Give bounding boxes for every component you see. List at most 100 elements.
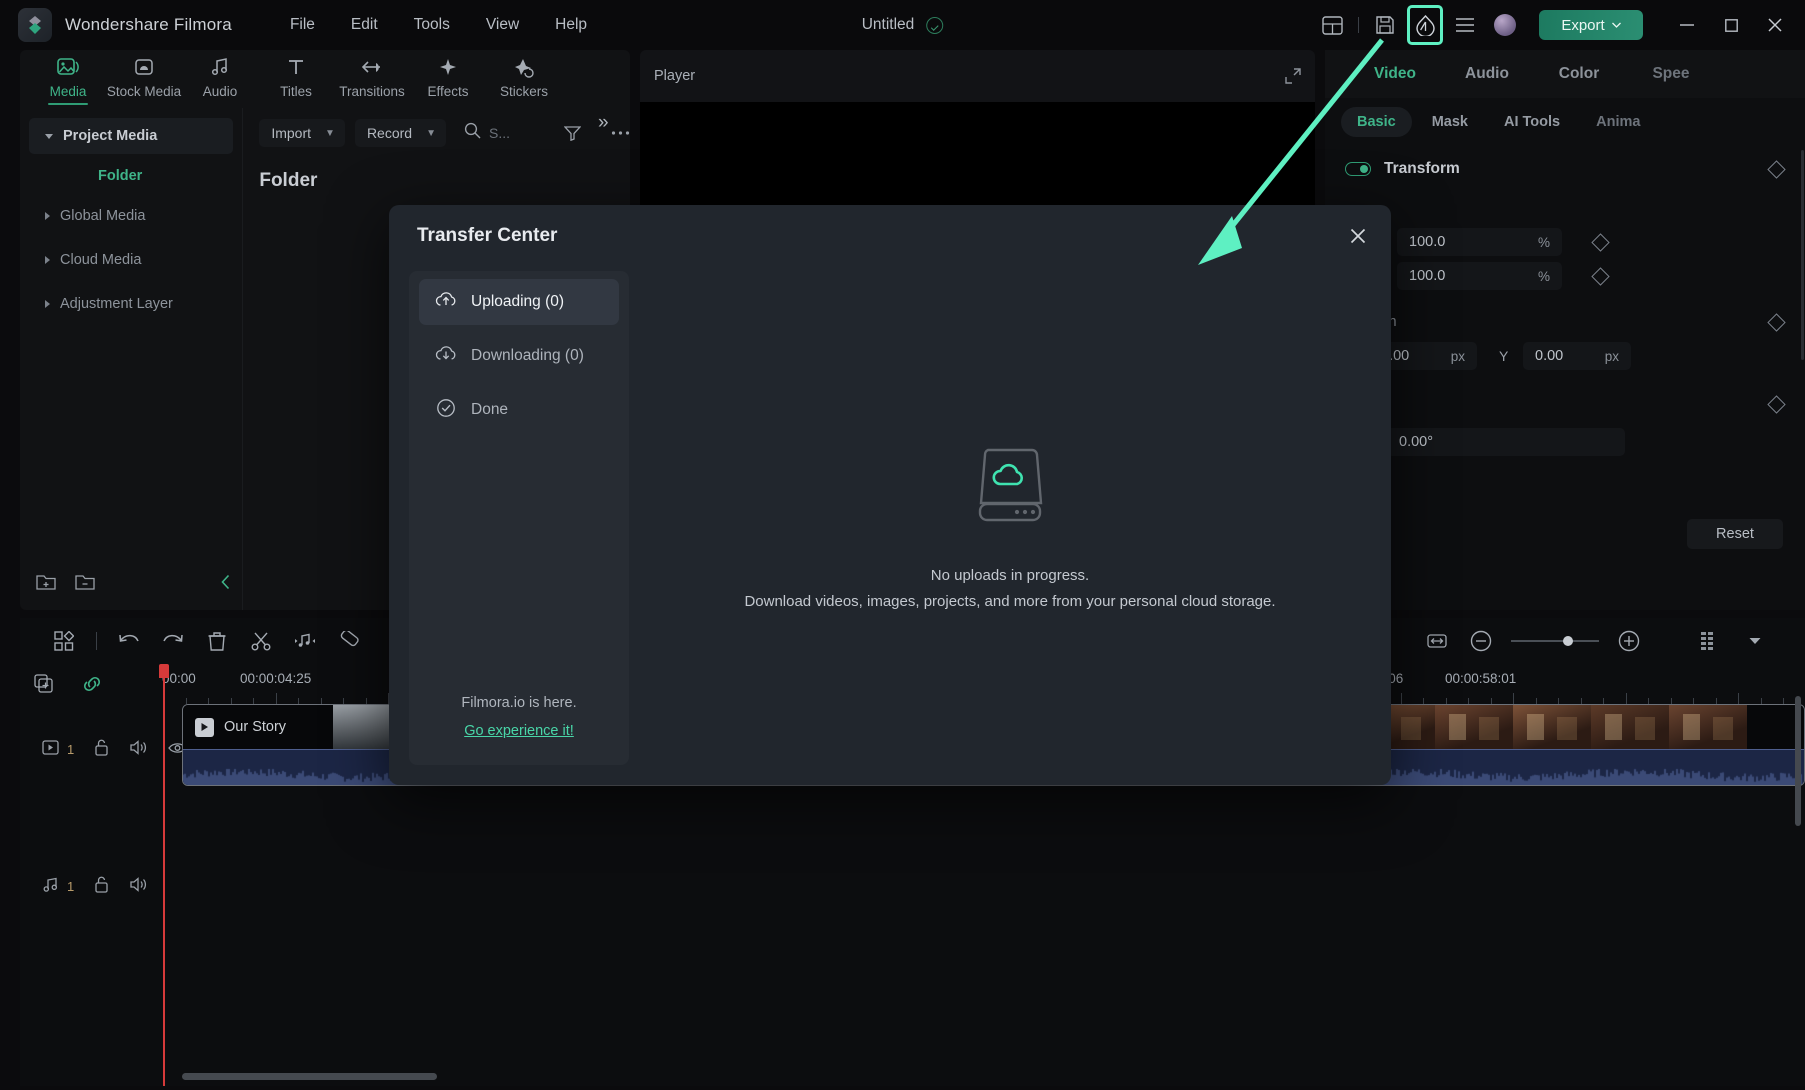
tree-item-cloud-media-label: Cloud Media	[60, 252, 142, 268]
tab-media[interactable]: Media	[30, 50, 106, 105]
close-button[interactable]	[1753, 0, 1797, 50]
player-expand-icon[interactable]	[1285, 68, 1301, 89]
position-keyframe-icon[interactable]	[1767, 312, 1786, 332]
tab-titles[interactable]: Titles	[258, 50, 334, 99]
tab-stock-media[interactable]: Stock Media	[106, 50, 182, 99]
render-grid-icon[interactable]	[1689, 618, 1733, 664]
search-input[interactable]: S...	[464, 122, 510, 144]
tree-item-global-media[interactable]: Global Media	[29, 198, 233, 234]
properties-scrollbar[interactable]	[1801, 150, 1804, 360]
position-y-input[interactable]: 0.00 px	[1523, 342, 1631, 370]
chevron-down-icon[interactable]	[1733, 618, 1777, 664]
subtab-basic[interactable]: Basic	[1341, 107, 1412, 137]
redo-icon[interactable]	[151, 618, 195, 664]
nav-downloading[interactable]: Downloading (0)	[419, 333, 619, 379]
menu-tools[interactable]: Tools	[414, 16, 450, 34]
transform-label: Transform	[1384, 160, 1460, 177]
grid-view-icon[interactable]	[42, 618, 86, 664]
menu-view[interactable]: View	[486, 16, 519, 34]
scale-y-input[interactable]: 100.0 %	[1397, 262, 1562, 290]
chevron-down-icon	[45, 133, 53, 139]
speaker-icon[interactable]	[129, 876, 148, 896]
zoom-out-icon[interactable]	[1459, 618, 1503, 664]
unlock-icon[interactable]	[94, 739, 109, 759]
layout-icon[interactable]	[1312, 5, 1352, 45]
fit-timeline-icon[interactable]	[1415, 618, 1459, 664]
tab-speed[interactable]: Spee	[1625, 65, 1717, 83]
rotate-value: 0.00°	[1399, 433, 1434, 450]
record-dropdown[interactable]: Record ▼	[354, 119, 446, 147]
audio-track-controls: 1	[20, 866, 160, 906]
titlebar-right-controls: Export	[1312, 0, 1805, 50]
zoom-in-icon[interactable]	[1607, 618, 1651, 664]
scale-x-keyframe-icon[interactable]	[1591, 232, 1610, 252]
nav-done[interactable]: Done	[419, 387, 619, 433]
rotate-input[interactable]: 0.00°	[1387, 427, 1625, 456]
new-folder-icon[interactable]	[36, 573, 57, 596]
scrollbar-thumb[interactable]	[182, 1073, 437, 1080]
tab-color[interactable]: Color	[1533, 65, 1625, 83]
link-icon[interactable]	[68, 664, 116, 704]
close-icon[interactable]	[1343, 221, 1373, 251]
timecode-label: 00:00:04:25	[240, 671, 312, 686]
unlock-icon[interactable]	[94, 876, 109, 896]
zoom-slider-knob[interactable]	[1563, 636, 1573, 646]
audio-track-number: 1	[67, 878, 75, 894]
timeline-horizontal-scrollbar[interactable]	[182, 1073, 1805, 1080]
export-button[interactable]: Export	[1539, 10, 1643, 40]
tab-stickers-label: Stickers	[499, 84, 548, 99]
footer-link[interactable]: Go experience it!	[409, 723, 629, 739]
tab-audio[interactable]: Audio	[1441, 65, 1533, 83]
scale-x-input[interactable]: 100.0 %	[1397, 228, 1562, 256]
maximize-button[interactable]	[1709, 0, 1753, 50]
zoom-slider[interactable]	[1511, 636, 1599, 646]
marker-icon[interactable]	[327, 618, 371, 664]
filter-icon[interactable]	[564, 125, 581, 141]
speaker-icon[interactable]	[129, 739, 148, 759]
saved-check-icon	[926, 16, 944, 34]
remove-folder-icon[interactable]	[75, 573, 96, 596]
import-dropdown[interactable]: Import ▼	[259, 119, 345, 147]
subtab-animation[interactable]: Anima	[1580, 107, 1656, 137]
split-icon[interactable]	[239, 618, 283, 664]
hamburger-menu-icon[interactable]	[1445, 5, 1485, 45]
delete-icon[interactable]	[195, 618, 239, 664]
keyframe-diamond-icon[interactable]	[1767, 159, 1786, 179]
document-title[interactable]: Untitled	[862, 16, 915, 34]
scale-y-keyframe-icon[interactable]	[1591, 266, 1610, 286]
subtab-ai-tools[interactable]: AI Tools	[1488, 107, 1576, 137]
tab-video[interactable]: Video	[1349, 65, 1441, 83]
menu-help[interactable]: Help	[555, 16, 587, 34]
timeline-vertical-scrollbar[interactable]	[1795, 696, 1801, 826]
tree-item-adjustment-layer[interactable]: Adjustment Layer	[29, 286, 233, 322]
menu-file[interactable]: File	[290, 16, 315, 34]
tree-item-project-media[interactable]: Project Media	[29, 118, 234, 154]
playhead[interactable]	[163, 664, 165, 1086]
rotate-keyframe-icon[interactable]	[1767, 394, 1786, 414]
tab-effects[interactable]: Effects	[410, 50, 486, 99]
more-options-icon[interactable]	[611, 130, 630, 136]
avatar[interactable]	[1485, 5, 1525, 45]
minimize-button[interactable]	[1665, 0, 1709, 50]
tab-stickers[interactable]: Stickers	[486, 50, 562, 99]
collapse-sidebar-icon[interactable]	[220, 574, 232, 595]
add-track-icon[interactable]	[20, 664, 68, 704]
tab-audio[interactable]: Audio	[182, 50, 258, 99]
tree-item-cloud-media[interactable]: Cloud Media	[29, 242, 233, 278]
scale-y-unit: %	[1537, 268, 1550, 284]
transfer-center-icon[interactable]	[1405, 5, 1445, 45]
menu-edit[interactable]: Edit	[351, 16, 378, 34]
save-icon[interactable]	[1365, 5, 1405, 45]
tree-child-folder[interactable]: Folder	[98, 168, 242, 184]
playhead-handle[interactable]	[159, 664, 169, 678]
tab-transitions[interactable]: Transitions	[334, 50, 410, 99]
clip-name: Our Story	[224, 719, 287, 735]
timeline-audio-track: 1	[20, 866, 1805, 906]
transform-toggle[interactable]	[1345, 162, 1371, 176]
nav-uploading[interactable]: Uploading (0)	[419, 279, 619, 325]
reset-button[interactable]: Reset	[1687, 519, 1783, 549]
undo-icon[interactable]	[107, 618, 151, 664]
subtab-mask[interactable]: Mask	[1416, 107, 1484, 137]
transform-section-header: Transform	[1325, 146, 1805, 192]
audio-detach-icon[interactable]	[283, 618, 327, 664]
